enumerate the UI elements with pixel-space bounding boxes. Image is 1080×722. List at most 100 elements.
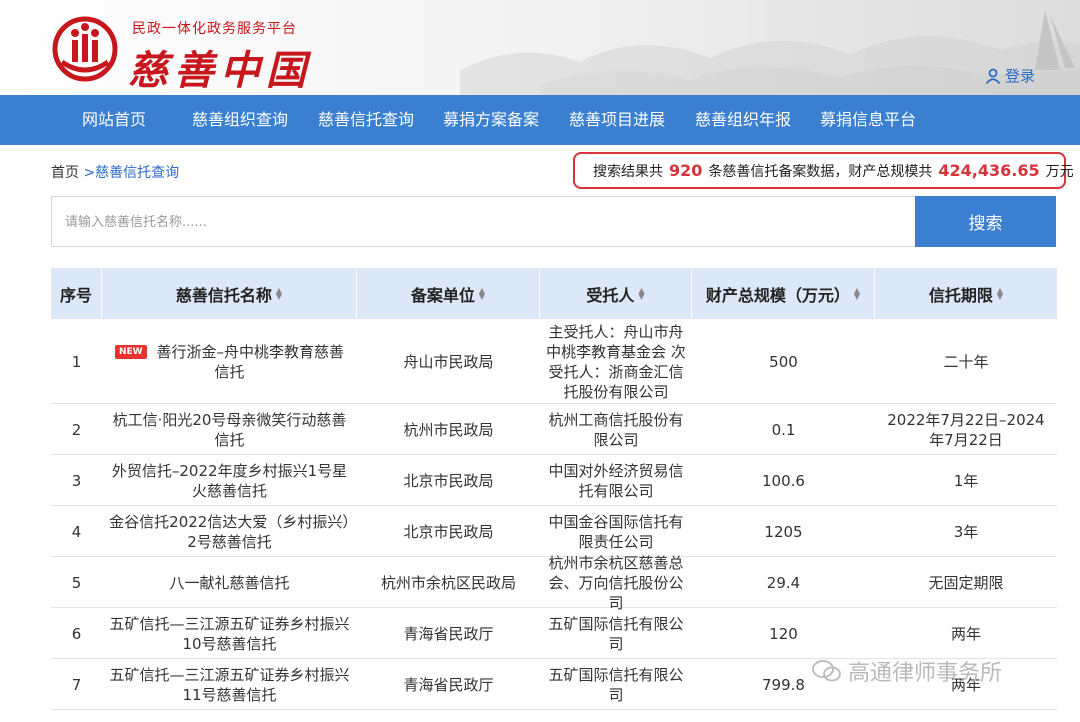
cell-no-text: 6 [71, 624, 82, 643]
watermark: 高通律师事务所 [812, 655, 1002, 687]
cell-scale-text: 1205 [764, 522, 803, 541]
cell-term: 无固定期限 [875, 557, 1057, 608]
cell-no: 5 [51, 557, 102, 608]
sort-icon[interactable]: ▲ ▼ [854, 286, 860, 300]
sort-icon[interactable]: ▲ ▼ [276, 286, 282, 300]
platform-title: 民政一体化政务服务平台 [132, 21, 297, 37]
cell-scale: 500 [692, 319, 875, 404]
cell-scale-text: 120 [769, 624, 798, 643]
sort-icon[interactable]: ▲ ▼ [479, 286, 485, 300]
watermark-text: 高通律师事务所 [848, 661, 1003, 686]
cell-name[interactable]: 八一献礼慈善信托 [102, 557, 357, 608]
col-scale-label: 财产总规模（万元） [705, 285, 850, 305]
table-row[interactable]: 3 外贸信托–2022年度乡村振兴1号星火慈善信托 北京市民政局 中国对外经济贸易信托… [51, 455, 1057, 506]
cell-trustee-text: 杭州市余杭区慈善总会、万向信托股份公司 [548, 553, 684, 612]
search-summary: 搜索结果共 920 条慈善信托备案数据，财产总规模共 424,436.65 万元 [573, 152, 1074, 189]
col-name-label: 慈善信托名称 [175, 285, 272, 305]
sort-icon[interactable]: ▲ ▼ [997, 286, 1003, 300]
cell-scale: 100.6 [692, 455, 875, 506]
cell-no-text: 4 [71, 522, 82, 541]
sort-icon[interactable]: ▲ ▼ [638, 286, 644, 300]
col-index-label: 序号 [59, 285, 92, 305]
cell-name-text: 善行浙金–舟中桃李教育慈善信托 [156, 342, 345, 381]
breadcrumb: 首页 >慈善信托查询 [51, 162, 179, 182]
nav-annual-report[interactable]: 慈善组织年报 [695, 95, 791, 145]
cell-trustee-text: 五矿国际信托有限公司 [548, 614, 684, 653]
cell-trustee: 中国对外经济贸易信托有限公司 [540, 455, 692, 506]
cell-scale: 29.4 [692, 557, 875, 608]
charity-logo-icon [52, 16, 118, 82]
wechat-icon [812, 660, 841, 682]
cell-name[interactable]: 外贸信托–2022年度乡村振兴1号星火慈善信托 [102, 455, 357, 506]
summary-middle: 条慈善信托备案数据，财产总规模共 [708, 163, 933, 180]
cell-scale-text: 799.8 [762, 675, 805, 694]
breadcrumb-home[interactable]: 首页 [51, 165, 79, 181]
cell-unit-text: 北京市民政局 [403, 522, 494, 541]
col-trustee[interactable]: 受托人 ▲ ▼ [540, 268, 692, 319]
cell-trustee-text: 中国金谷国际信托有限责任公司 [548, 512, 684, 551]
site-header: 民政一体化政务服务平台 慈善中国 登录 [0, 0, 1080, 95]
cell-trustee-text: 杭州工商信托股份有限公司 [548, 410, 684, 449]
table-row[interactable]: 6 五矿信托—三江源五矿证券乡村振兴10号慈善信托 青海省民政厅 五矿国际信托有限公司… [51, 608, 1057, 659]
col-name[interactable]: 慈善信托名称 ▲ ▼ [102, 268, 357, 319]
cell-unit-text: 青海省民政厅 [403, 675, 494, 694]
col-index: 序号 [51, 268, 102, 319]
cell-unit: 青海省民政厅 [357, 608, 540, 659]
cell-trustee: 五矿国际信托有限公司 [540, 608, 692, 659]
cell-name[interactable]: 杭工信·阳光20号母亲微笑行动慈善信托 [102, 404, 357, 455]
login-link[interactable]: 登录 [985, 65, 1035, 86]
table-row[interactable]: 1 NEW 善行浙金–舟中桃李教育慈善信托 舟山市民政局 主受托人：舟山市舟中桃李教育基… [51, 319, 1057, 404]
cell-name-text: 五矿信托—三江源五矿证券乡村振兴10号慈善信托 [109, 614, 350, 653]
cell-trustee: 五矿国际信托有限公司 [540, 659, 692, 710]
cell-no: 4 [51, 506, 102, 557]
cell-trustee: 杭州市余杭区慈善总会、万向信托股份公司 [540, 554, 692, 612]
cell-no-text: 7 [71, 675, 82, 694]
cell-scale-text: 0.1 [771, 420, 796, 439]
table-row[interactable]: 2 杭工信·阳光20号母亲微笑行动慈善信托 杭州市民政局 杭州工商信托股份有限公司 0.… [51, 404, 1057, 455]
cell-unit: 北京市民政局 [357, 455, 540, 506]
breadcrumb-current[interactable]: >慈善信托查询 [83, 165, 179, 181]
nav-fundraising-filing[interactable]: 募捐方案备案 [443, 95, 539, 145]
cell-no-text: 2 [71, 420, 82, 439]
result-count: 920 [669, 161, 703, 180]
col-unit-label: 备案单位 [410, 285, 475, 305]
search-button[interactable]: 搜索 [915, 196, 1056, 247]
table-header: 序号 慈善信托名称 ▲ ▼ 备案单位 ▲ ▼ 受托人 ▲ ▼ 财产总规模（万元） ▲ ▼ 信托期… [51, 268, 1057, 319]
cell-name[interactable]: 五矿信托—三江源五矿证券乡村振兴10号慈善信托 [102, 608, 357, 659]
nav-org-query[interactable]: 慈善组织查询 [192, 95, 288, 145]
nav-fundraising-platform[interactable]: 募捐信息平台 [820, 95, 916, 145]
cell-no-text: 5 [71, 573, 82, 592]
col-scale[interactable]: 财产总规模（万元） ▲ ▼ [692, 268, 875, 319]
cell-name[interactable]: 金谷信托2022信达大爱（乡村振兴）2号慈善信托 [102, 506, 357, 557]
cell-term-text: 两年 [950, 624, 981, 643]
main-nav: 网站首页 慈善组织查询 慈善信托查询 募捐方案备案 慈善项目进展 慈善组织年报 … [0, 95, 1080, 145]
cell-trustee: 中国金谷国际信托有限责任公司 [540, 506, 692, 557]
cell-scale: 120 [692, 608, 875, 659]
cell-unit: 杭州市余杭区民政局 [357, 557, 540, 608]
col-unit[interactable]: 备案单位 ▲ ▼ [357, 268, 540, 319]
cell-name[interactable]: 五矿信托—三江源五矿证券乡村振兴11号慈善信托 [102, 659, 357, 710]
cell-term-text: 二十年 [943, 352, 989, 371]
cell-unit: 北京市民政局 [357, 506, 540, 557]
cell-term: 二十年 [875, 319, 1057, 404]
cell-unit: 青海省民政厅 [357, 659, 540, 710]
cell-scale-text: 100.6 [762, 471, 805, 490]
cell-name-text: 金谷信托2022信达大爱（乡村振兴）2号慈善信托 [109, 512, 350, 551]
cell-name[interactable]: NEW 善行浙金–舟中桃李教育慈善信托 [102, 319, 357, 404]
cell-no: 7 [51, 659, 102, 710]
table-row[interactable]: 4 金谷信托2022信达大爱（乡村振兴）2号慈善信托 北京市民政局 中国金谷国际信托有… [51, 506, 1057, 557]
cell-term: 3年 [875, 506, 1057, 557]
table-row[interactable]: 5 八一献礼慈善信托 杭州市余杭区民政局 杭州市余杭区慈善总会、万向信托股份公司 29.… [51, 554, 1057, 612]
nav-home[interactable]: 网站首页 [82, 95, 146, 145]
cell-name-text: 八一献礼慈善信托 [169, 573, 290, 592]
cell-name-text: 杭工信·阳光20号母亲微笑行动慈善信托 [112, 410, 347, 449]
nav-project-progress[interactable]: 慈善项目进展 [569, 95, 665, 145]
cell-term-text: 无固定期限 [928, 573, 1004, 592]
col-term[interactable]: 信托期限 ▲ ▼ [875, 268, 1057, 319]
cell-term: 两年 [875, 608, 1057, 659]
cell-name-text: 五矿信托—三江源五矿证券乡村振兴11号慈善信托 [109, 665, 350, 704]
search-input[interactable]: 请输入慈善信托名称...... [51, 196, 916, 247]
cell-name-text: 外贸信托–2022年度乡村振兴1号星火慈善信托 [111, 461, 348, 500]
nav-trust-query[interactable]: 慈善信托查询 [318, 95, 414, 145]
cell-unit-text: 北京市民政局 [403, 471, 494, 490]
